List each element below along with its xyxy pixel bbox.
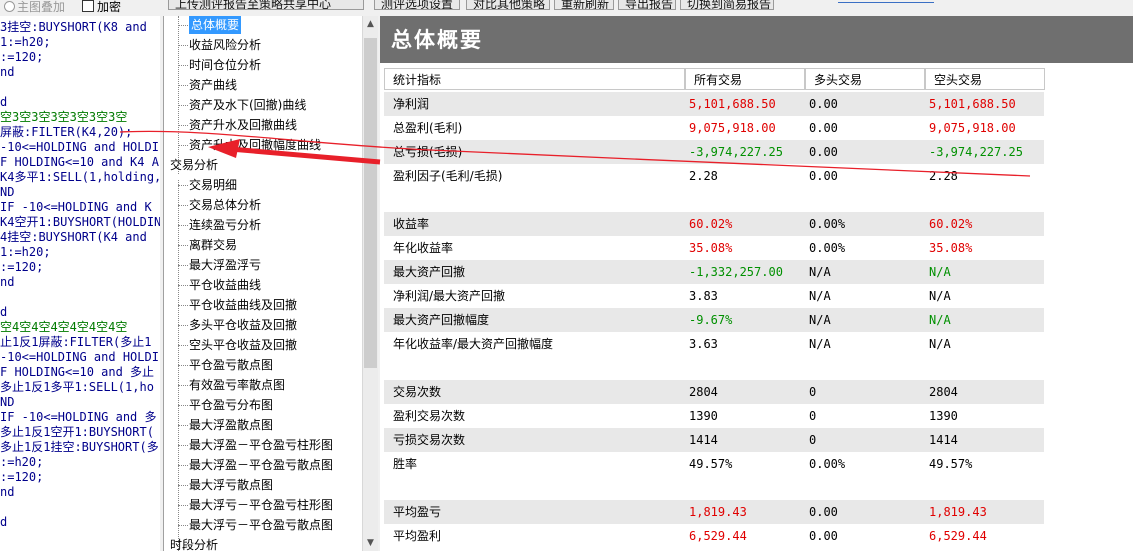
annotation-arrow [119,130,1031,177]
annotation-thick-line [229,146,381,165]
annotation-arrowhead [208,139,240,158]
